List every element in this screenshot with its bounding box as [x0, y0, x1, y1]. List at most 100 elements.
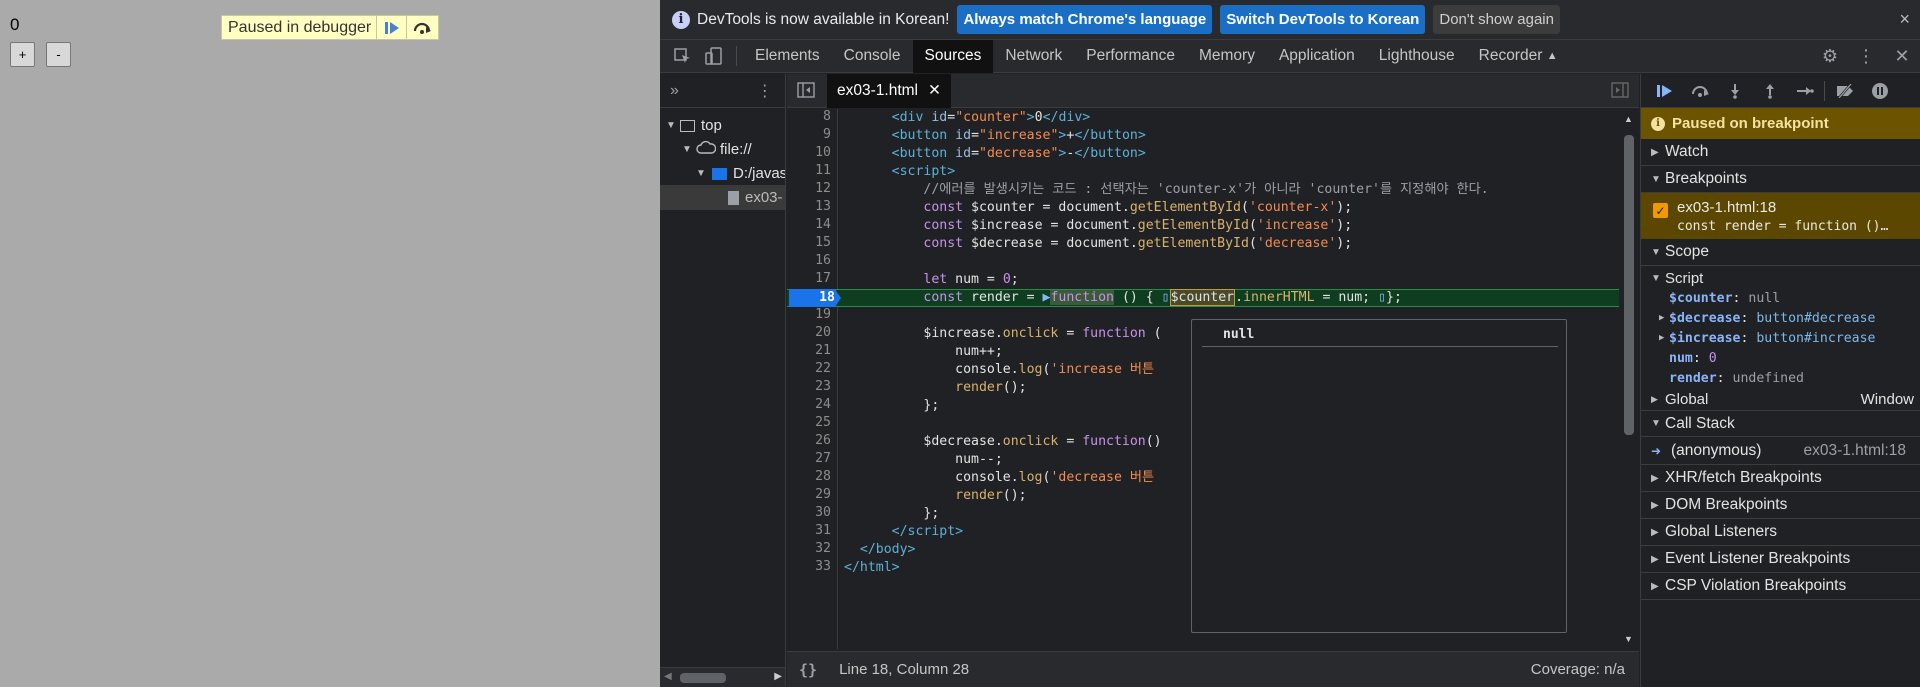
line-number[interactable]: 29	[815, 487, 831, 502]
more-options-icon[interactable]: ⋮	[1848, 46, 1884, 67]
line-number[interactable]: 26	[815, 433, 831, 448]
scroll-up-icon[interactable]: ▲	[1624, 114, 1633, 124]
section-global-listeners[interactable]: ▶ Global Listeners	[1641, 519, 1920, 546]
scope-var[interactable]: num: 0	[1651, 348, 1920, 368]
breakpoint-marker[interactable]: 18	[789, 289, 841, 307]
line-number[interactable]: 11	[815, 163, 831, 178]
editor-vertical-scrollbar[interactable]: ▲ ▼	[1619, 109, 1639, 649]
close-devtools-icon[interactable]: ✕	[1884, 46, 1920, 67]
close-infobar-icon[interactable]: ×	[1899, 9, 1910, 30]
navigator-horizontal-scrollbar[interactable]: ◀ ▶	[660, 667, 785, 687]
toggle-navigator-icon[interactable]	[797, 82, 815, 102]
line-number[interactable]: 33	[815, 559, 831, 574]
section-call-stack[interactable]: ▼ Call Stack	[1641, 410, 1920, 437]
tab-network[interactable]: Network	[993, 40, 1074, 73]
pretty-print-icon[interactable]: {}	[799, 661, 817, 679]
line-number[interactable]: 27	[815, 451, 831, 466]
resume-icon[interactable]	[376, 16, 406, 39]
increase-button[interactable]: +	[10, 42, 35, 67]
line-number[interactable]: 30	[815, 505, 831, 520]
pause-on-exceptions-icon[interactable]	[1862, 82, 1897, 100]
step-out-icon[interactable]	[1752, 83, 1787, 99]
more-tabs-icon[interactable]: »	[670, 82, 679, 100]
navigator-menu-icon[interactable]: ⋮	[757, 81, 773, 101]
step-into-icon[interactable]	[1717, 83, 1752, 99]
section-watch[interactable]: ▶ Watch	[1641, 139, 1920, 166]
tab-recorder[interactable]: Recorder ▲	[1467, 40, 1570, 73]
inspect-element-icon[interactable]	[666, 40, 698, 73]
close-tab-icon[interactable]: ✕	[928, 81, 941, 100]
section-scope[interactable]: ▼ Scope	[1641, 239, 1920, 266]
dont-show-again-button[interactable]: Don't show again	[1433, 5, 1560, 34]
frame-location[interactable]: ex03-1.html:18	[1803, 442, 1906, 460]
scope-var[interactable]: ▶ $increase: button#increase	[1651, 328, 1920, 348]
tab-elements[interactable]: Elements	[743, 40, 832, 73]
coverage-status[interactable]: Coverage: n/a	[1531, 661, 1625, 678]
line-number[interactable]: 16	[815, 253, 831, 268]
code-line: };	[844, 506, 940, 521]
match-language-button[interactable]: Always match Chrome's language	[957, 5, 1213, 34]
line-number[interactable]: 32	[815, 541, 831, 556]
settings-gear-icon[interactable]: ⚙	[1812, 46, 1848, 67]
breakpoint-checkbox[interactable]: ✓	[1653, 203, 1668, 218]
toggle-debugger-icon[interactable]	[1611, 82, 1629, 102]
decrease-button[interactable]: -	[46, 42, 71, 67]
line-number[interactable]: 21	[815, 343, 831, 358]
call-frame[interactable]: ➜ (anonymous) ex03-1.html:18	[1641, 437, 1920, 465]
line-number[interactable]: 9	[823, 127, 831, 142]
line-number[interactable]: 24	[815, 397, 831, 412]
flask-icon: ▲	[1546, 50, 1558, 62]
scope-global[interactable]: ▶ Global Window	[1651, 388, 1920, 410]
section-dom-breakpoints[interactable]: ▶ DOM Breakpoints	[1641, 492, 1920, 519]
scope-script[interactable]: ▼ Script	[1651, 268, 1920, 288]
tab-application[interactable]: Application	[1267, 40, 1367, 73]
line-number[interactable]: 20	[815, 325, 831, 340]
switch-korean-button[interactable]: Switch DevTools to Korean	[1220, 5, 1426, 34]
step-over-icon[interactable]	[1682, 84, 1717, 98]
main-tabbar: Elements Console Sources Network Perform…	[660, 39, 1920, 73]
tree-item-file[interactable]: ex03-	[660, 185, 785, 210]
device-toolbar-icon[interactable]	[698, 40, 730, 73]
section-breakpoints[interactable]: ▼ Breakpoints	[1641, 166, 1920, 193]
line-number[interactable]: 19	[815, 307, 831, 322]
scope-var[interactable]: $counter: null	[1651, 288, 1920, 308]
tab-console[interactable]: Console	[832, 40, 913, 73]
section-event-listener-breakpoints[interactable]: ▶ Event Listener Breakpoints	[1641, 546, 1920, 573]
line-number[interactable]: 28	[815, 469, 831, 484]
line-number[interactable]: 22	[815, 361, 831, 376]
scope-var[interactable]: ▶ $decrease: button#decrease	[1651, 308, 1920, 328]
line-number[interactable]: 31	[815, 523, 831, 538]
scope-var[interactable]: render: undefined	[1651, 368, 1920, 388]
line-number[interactable]: 14	[815, 217, 831, 232]
breakpoint-item[interactable]: ✓ ex03-1.html:18 const render = function…	[1641, 193, 1920, 239]
tree-item-folder[interactable]: ▼ D:/javas	[696, 161, 785, 186]
line-number[interactable]: 12	[815, 181, 831, 196]
step-icon[interactable]	[1787, 85, 1822, 97]
line-number[interactable]: 25	[815, 415, 831, 430]
line-number[interactable]: 15	[815, 235, 831, 250]
line-number[interactable]: 8	[823, 109, 831, 124]
section-csp-violation-breakpoints[interactable]: ▶ CSP Violation Breakpoints	[1641, 573, 1920, 600]
scroll-thumb[interactable]	[680, 673, 726, 683]
line-gutter[interactable]: 8 9 10 11 12 13 14 15 16 17 19 20 21 22 …	[787, 109, 838, 649]
tree-item-origin[interactable]: ▼ file://	[682, 137, 752, 162]
paused-on-breakpoint-banner: i Paused on breakpoint	[1641, 108, 1920, 139]
line-number[interactable]: 10	[815, 145, 831, 160]
deactivate-breakpoints-icon[interactable]	[1827, 83, 1862, 98]
resume-icon[interactable]	[1647, 83, 1682, 99]
line-number[interactable]: 17	[815, 271, 831, 286]
step-over-icon[interactable]	[406, 16, 436, 39]
scroll-thumb[interactable]	[1624, 135, 1634, 435]
scroll-right-icon[interactable]: ▶	[774, 671, 782, 682]
scroll-down-icon[interactable]: ▼	[1624, 634, 1633, 644]
tab-performance[interactable]: Performance	[1074, 40, 1187, 73]
line-number[interactable]: 23	[815, 379, 831, 394]
tree-item-top[interactable]: ▼ top	[666, 113, 722, 138]
tab-lighthouse[interactable]: Lighthouse	[1367, 40, 1467, 73]
tab-sources[interactable]: Sources	[912, 39, 994, 73]
file-tab-ex03[interactable]: ex03-1.html ✕	[827, 73, 951, 108]
line-number[interactable]: 13	[815, 199, 831, 214]
tab-memory[interactable]: Memory	[1187, 40, 1267, 73]
scroll-left-icon[interactable]: ◀	[664, 671, 672, 682]
section-xhr-breakpoints[interactable]: ▶ XHR/fetch Breakpoints	[1641, 465, 1920, 492]
